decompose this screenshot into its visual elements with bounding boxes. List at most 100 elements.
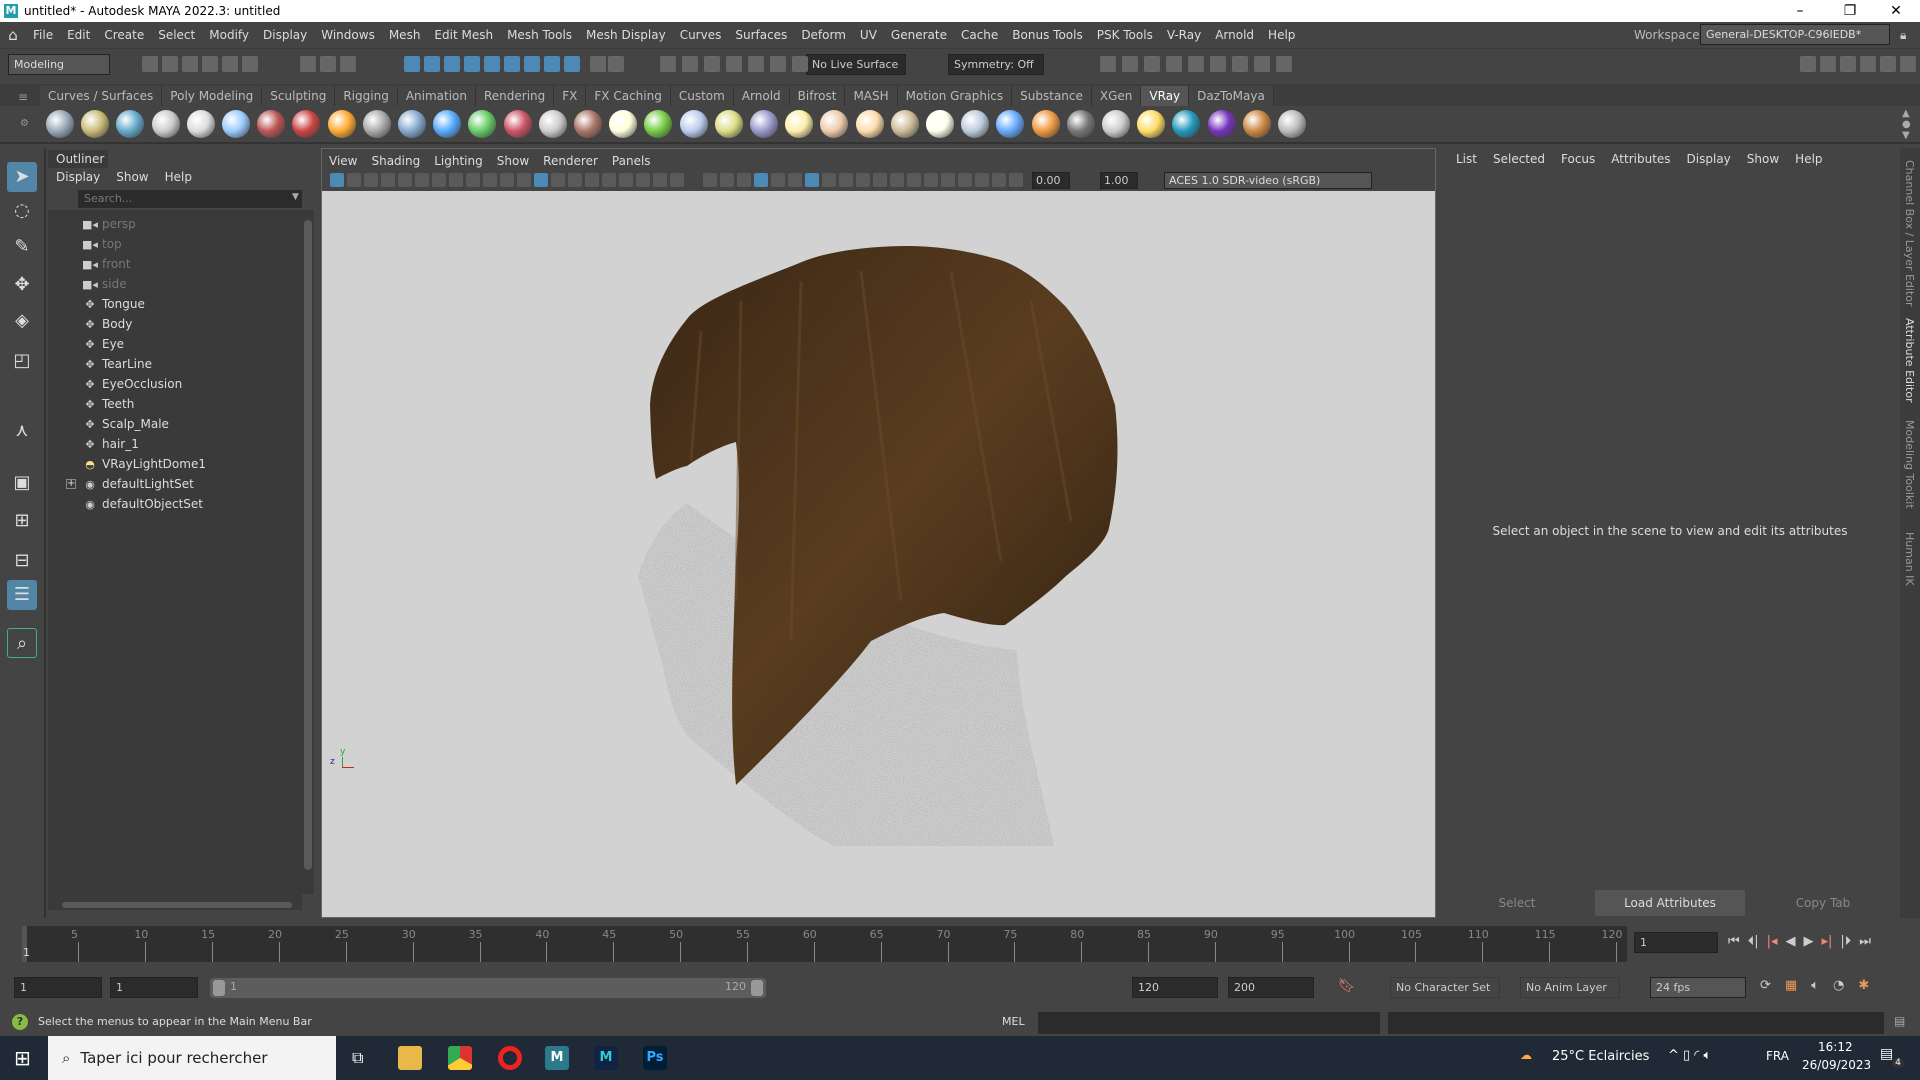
shelf-tool-icon[interactable] [151, 110, 180, 138]
viewport-tool-icon[interactable] [500, 173, 514, 187]
shelf-tool-icon[interactable] [1242, 110, 1271, 138]
shelf-tool-icon[interactable] [1137, 110, 1166, 138]
menu-mesh-tools[interactable]: Mesh Tools [500, 28, 579, 42]
copy-tab-button[interactable]: Copy Tab [1748, 890, 1898, 916]
status-tool-icon[interactable] [748, 56, 764, 72]
gamma-field[interactable]: 1.00 [1100, 172, 1138, 189]
status-tool-icon[interactable] [564, 56, 580, 72]
clock-date[interactable]: 26/09/2023 [1802, 1058, 1871, 1072]
shelf-tool-icon[interactable] [1031, 110, 1060, 138]
menu-cache[interactable]: Cache [954, 28, 1005, 42]
shelf-tool-icon[interactable] [1066, 110, 1095, 138]
outliner-menu-display[interactable]: Display [56, 170, 100, 184]
status-tool-icon[interactable] [464, 56, 480, 72]
status-tool-icon[interactable] [444, 56, 460, 72]
viewport-tool-icon[interactable] [602, 173, 616, 187]
shelf-tab-fx-caching[interactable]: FX Caching [586, 86, 671, 106]
shelf-tool-icon[interactable] [855, 110, 884, 138]
viewport-tool-icon[interactable] [839, 173, 853, 187]
outliner-item-eyeocclusion[interactable]: ✥ EyeOcclusion [82, 374, 182, 394]
shelf-settings-icon[interactable]: ⚙ [20, 118, 29, 129]
viewport-tool-icon[interactable] [737, 173, 751, 187]
search-dropdown-icon[interactable]: ▼ [292, 192, 299, 202]
time-slider-bar[interactable]: 1 5 10 15 20 25 30 35 40 45 50 55 60 65 70 75 80 85 90 95 1… [22, 926, 1627, 962]
shelf-tool-icon[interactable] [1207, 110, 1236, 138]
shelf-tool-icon[interactable] [292, 110, 321, 138]
expand-icon[interactable]: + [66, 479, 76, 489]
outliner-hscrollbar[interactable] [52, 900, 302, 910]
outliner-item-eye[interactable]: ✥ Eye [82, 334, 124, 354]
tab-attribute-editor[interactable]: Attribute Editor [1903, 318, 1916, 403]
status-tool-icon[interactable] [1210, 56, 1226, 72]
menu-help[interactable]: Help [1261, 28, 1302, 42]
shelf-tab-mash[interactable]: MASH [845, 86, 898, 106]
menu-edit[interactable]: Edit [60, 28, 97, 42]
viewport-tool-icon[interactable] [941, 173, 955, 187]
shelf-tab-vray[interactable]: VRay [1141, 86, 1190, 106]
shelf-tab-xgen[interactable]: XGen [1091, 86, 1142, 106]
tab-modeling-toolkit[interactable]: Modeling Toolkit [1903, 420, 1916, 509]
shelf-tool-icon[interactable] [785, 110, 814, 138]
symmetry-field[interactable]: Symmetry: Off [948, 54, 1044, 75]
viewport-menu-lighting[interactable]: Lighting [427, 154, 490, 168]
attr-menu-list[interactable]: List [1448, 152, 1485, 166]
sound-icon[interactable]: 🔈︎ [1811, 978, 1819, 993]
rotate-tool-icon[interactable]: ◈ [7, 306, 37, 336]
outliner-item-vraylightdome1[interactable]: ◓ VRayLightDome1 [82, 454, 206, 474]
close-button[interactable]: ✕ [1876, 0, 1916, 22]
status-tool-icon[interactable] [340, 56, 356, 72]
viewport-tool-icon[interactable] [670, 173, 684, 187]
viewport-tool-icon[interactable] [890, 173, 904, 187]
status-tool-icon[interactable] [1122, 56, 1138, 72]
menu-edit-mesh[interactable]: Edit Mesh [427, 28, 500, 42]
shelf-tool-icon[interactable] [609, 110, 638, 138]
viewport-tool-icon[interactable] [873, 173, 887, 187]
range-start-handle[interactable] [213, 980, 225, 996]
status-tool-icon[interactable] [1900, 56, 1916, 72]
shelf-menu-icon[interactable]: ≡ [18, 90, 28, 104]
shelf-tool-icon[interactable] [996, 110, 1025, 138]
playback-start-field[interactable]: 1 [110, 977, 198, 998]
clock-time[interactable]: 16:12 [1818, 1040, 1853, 1054]
auto-key-icon[interactable]: ◔ [1833, 978, 1844, 993]
viewport-tool-icon[interactable] [720, 173, 734, 187]
current-frame-field[interactable]: 1 [1634, 932, 1718, 953]
shelf-tool-icon[interactable] [890, 110, 919, 138]
shelf-tab-bifrost[interactable]: Bifrost [789, 86, 846, 106]
viewport-tool-icon[interactable] [398, 173, 412, 187]
status-tool-icon[interactable] [404, 56, 420, 72]
viewport-menu-panels[interactable]: Panels [605, 154, 658, 168]
outliner-item-front[interactable]: ■◂ front [82, 254, 131, 274]
layout-two-icon[interactable]: ⊟ [7, 546, 37, 576]
play-forward-icon[interactable]: ▶ [1804, 934, 1814, 949]
status-tool-icon[interactable] [590, 56, 606, 72]
status-tool-icon[interactable] [1276, 56, 1292, 72]
shelf-tool-icon[interactable] [574, 110, 602, 138]
viewport-tool-icon[interactable] [924, 173, 938, 187]
shelf-tool-icon[interactable] [257, 110, 286, 138]
search-icon[interactable]: ⌕ [7, 628, 37, 658]
menu-windows[interactable]: Windows [314, 28, 382, 42]
outliner-item-side[interactable]: ■◂ side [82, 274, 127, 294]
outliner-item-top[interactable]: ■◂ top [82, 234, 122, 254]
shelf-tab-fx[interactable]: FX [554, 86, 587, 106]
status-tool-icon[interactable] [524, 56, 540, 72]
status-tool-icon[interactable] [162, 56, 178, 72]
viewport-menu-renderer[interactable]: Renderer [536, 154, 605, 168]
shelf-tool-icon[interactable] [433, 110, 462, 138]
outliner-menu-help[interactable]: Help [165, 170, 192, 184]
file-explorer-icon[interactable] [398, 1046, 422, 1070]
notifications-icon[interactable]: ▤ [1880, 1046, 1893, 1062]
viewport-tool-icon[interactable] [432, 173, 446, 187]
status-tool-icon[interactable] [1800, 56, 1816, 72]
attr-menu-help[interactable]: Help [1787, 152, 1830, 166]
menu-v-ray[interactable]: V-Ray [1160, 28, 1208, 42]
menu-display[interactable]: Display [256, 28, 314, 42]
bookmark-icon[interactable]: 🔖︎ [1338, 978, 1356, 994]
range-bar[interactable]: 1 120 [210, 978, 766, 998]
outliner-item-hair-1[interactable]: ✥ hair_1 [82, 434, 138, 454]
viewport-tool-icon[interactable] [619, 173, 633, 187]
viewport-menu-shading[interactable]: Shading [364, 154, 427, 168]
weather-text[interactable]: 25°C Eclaircies [1552, 1049, 1649, 1064]
load-attributes-button[interactable]: Load Attributes [1595, 890, 1745, 916]
